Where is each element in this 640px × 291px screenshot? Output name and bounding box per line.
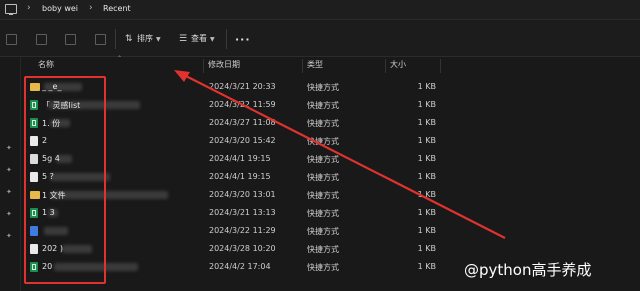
annotation-arrow-line [181, 73, 506, 239]
annotation-arrow [174, 70, 506, 239]
watermark: @python高手养成 [464, 261, 592, 279]
